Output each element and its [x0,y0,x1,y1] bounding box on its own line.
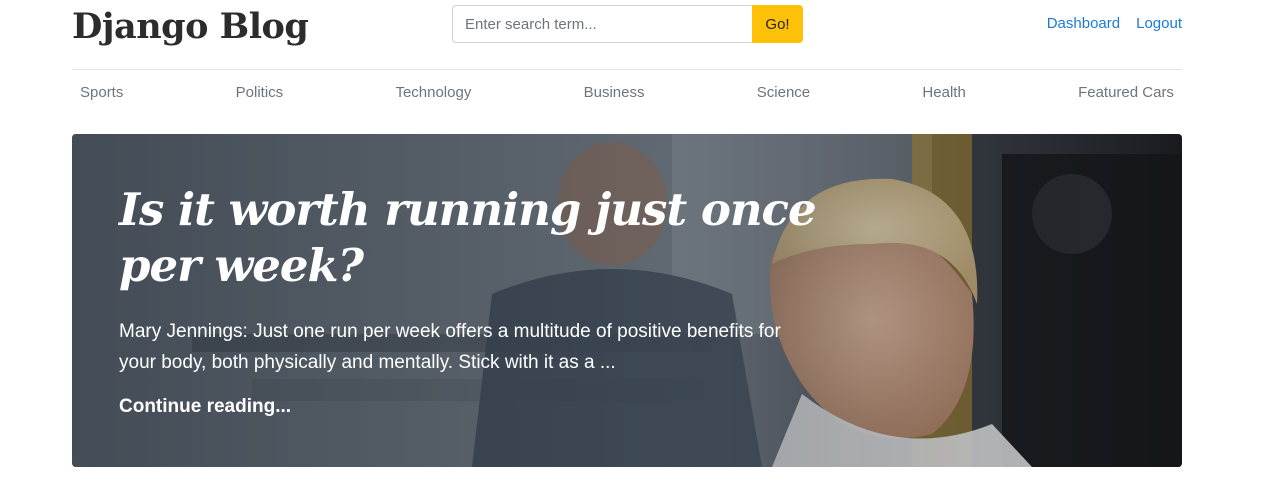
search-input[interactable] [452,5,752,43]
brand-logo[interactable]: Django Blog [72,6,309,47]
dashboard-link[interactable]: Dashboard [1047,15,1120,32]
hero-content: Is it worth running just once per week? … [119,182,819,418]
nav-item-featured-cars[interactable]: Featured Cars [1078,84,1174,101]
hero-title: Is it worth running just once per week? [119,183,817,292]
user-links: Dashboard Logout [1047,15,1182,32]
nav-item-sports[interactable]: Sports [80,84,123,101]
continue-reading-link[interactable]: Continue reading... [119,396,291,418]
featured-post-hero: Is it worth running just once per week? … [72,134,1182,467]
site-header: Django Blog Go! Dashboard Logout [72,0,1182,70]
search-form: Go! [452,5,803,43]
nav-item-technology[interactable]: Technology [395,84,471,101]
logout-link[interactable]: Logout [1136,15,1182,32]
nav-item-science[interactable]: Science [757,84,810,101]
nav-item-health[interactable]: Health [922,84,965,101]
nav-item-politics[interactable]: Politics [236,84,284,101]
hero-excerpt: Mary Jennings: Just one run per week off… [119,321,781,373]
category-nav: Sports Politics Technology Business Scie… [72,84,1182,101]
search-button[interactable]: Go! [752,5,803,43]
nav-item-business[interactable]: Business [584,84,645,101]
